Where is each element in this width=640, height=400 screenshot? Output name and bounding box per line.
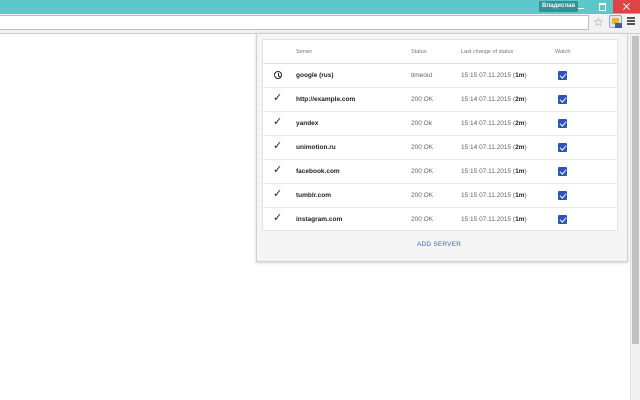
table-row: ✓ instagram.com 200 OK 15:15 07.11.2015 (1m… (263, 208, 617, 232)
extension-badge (615, 23, 622, 28)
table-row: ✓ facebook.com 200 OK 15:15 07.11.2015 (1m) (263, 160, 617, 184)
last-change-time: 15:14 07.11.2015 (2m) (461, 96, 527, 104)
check-icon: ✓ (273, 164, 283, 176)
check-icon: ✓ (273, 140, 283, 152)
status-icon-cell: ✓ (272, 212, 286, 226)
watch-checkbox[interactable] (558, 95, 567, 104)
last-change-close: ) (524, 216, 527, 223)
last-change-close: ) (524, 72, 527, 79)
server-status: timeout (411, 72, 433, 79)
last-change-time: 15:15 07.11.2015 (1m) (461, 168, 527, 176)
last-change-duration: 2m (515, 96, 525, 103)
last-change-duration: 1m (515, 216, 525, 223)
status-icon-cell: ✓ (272, 92, 286, 106)
last-change-duration: 1m (515, 72, 525, 79)
server-status: 200 Ok (411, 120, 432, 127)
server-name: unimotion.ru (296, 144, 336, 151)
server-status: 200 OK (411, 192, 434, 199)
last-change-timestamp: 15:15 07.11.2015 ( (461, 192, 516, 199)
last-change-time: 15:15 07.11.2015 (1m) (461, 192, 527, 200)
last-change-duration: 1m (515, 192, 525, 199)
watch-checkbox[interactable] (558, 71, 567, 80)
column-header-server: Server (296, 49, 313, 55)
server-status: 200 OK (411, 168, 434, 175)
column-header-watch: Watch (555, 49, 571, 55)
last-change-duration: 2m (515, 144, 525, 151)
check-icon: ✓ (273, 116, 283, 128)
table-row: ✓ tumblr.com 200 OK 15:15 07.11.2015 (1m) (263, 184, 617, 208)
star-icon[interactable]: ☆ (593, 15, 604, 29)
server-name: tumblr.com (296, 192, 332, 199)
server-status: 200 OK (411, 96, 434, 103)
table-row: google (rus) timeout 15:15 07.11.2015 (1m) (263, 64, 617, 88)
status-icon-cell: ✓ (272, 188, 286, 202)
check-icon: ✓ (273, 188, 283, 200)
status-icon-cell: ✓ (272, 140, 286, 154)
watch-checkbox[interactable] (558, 215, 567, 224)
server-status: 200 OK (411, 216, 434, 223)
last-change-close: ) (524, 168, 527, 175)
server-name: instagram.com (296, 216, 343, 223)
last-change-close: ) (524, 96, 527, 103)
watch-checkbox[interactable] (558, 119, 567, 128)
table-row: ✓ http://example.com 200 OK 15:14 07.11.201… (263, 88, 617, 112)
clock-icon (274, 71, 282, 79)
watch-checkbox[interactable] (558, 143, 567, 152)
table-header: Server Status Last change of status Watc… (263, 40, 617, 64)
last-change-time: 15:15 07.11.2015 (1m) (461, 216, 527, 224)
address-bar[interactable] (0, 15, 589, 30)
menu-icon[interactable] (627, 17, 635, 26)
watch-checkbox[interactable] (558, 167, 567, 176)
last-change-close: ) (524, 192, 527, 199)
last-change-time: 15:14 07.11.2015 (2m) (461, 120, 527, 128)
server-name: google (rus) (296, 72, 334, 79)
minimize-icon[interactable] (571, 0, 591, 13)
server-table: Server Status Last change of status Watc… (262, 39, 618, 231)
last-change-close: ) (524, 120, 527, 127)
last-change-timestamp: 15:14 07.11.2015 ( (461, 96, 516, 103)
column-header-status: Status (411, 49, 427, 55)
server-name: facebook.com (296, 168, 340, 175)
table-row: ✓ yandex 200 Ok 15:14 07.11.2015 (2m) (263, 112, 617, 136)
server-name: http://example.com (296, 96, 356, 103)
status-icon-cell: ✓ (272, 116, 286, 130)
check-icon: ✓ (273, 92, 283, 104)
last-change-duration: 1m (515, 168, 525, 175)
last-change-duration: 2m (515, 120, 525, 127)
close-icon[interactable] (613, 0, 640, 13)
last-change-timestamp: 15:14 07.11.2015 ( (461, 120, 516, 127)
table-row: ✓ unimotion.ru 200 OK 15:14 07.11.2015 (2m) (263, 136, 617, 160)
add-server-button[interactable]: ADD SERVER (417, 241, 461, 248)
last-change-timestamp: 15:15 07.11.2015 ( (461, 216, 516, 223)
last-change-close: ) (524, 144, 527, 151)
server-status: 200 OK (411, 144, 434, 151)
last-change-timestamp: 15:14 07.11.2015 ( (461, 144, 516, 151)
maximize-icon[interactable] (592, 0, 612, 13)
last-change-time: 15:15 07.11.2015 (1m) (461, 72, 527, 80)
window-titlebar: Владислав (0, 0, 640, 14)
server-name: yandex (296, 120, 319, 127)
column-header-last-change: Last change of status (461, 49, 514, 55)
scrollbar-thumb[interactable] (632, 36, 639, 344)
last-change-timestamp: 15:15 07.11.2015 ( (461, 168, 516, 175)
browser-toolbar: ☆ (0, 14, 640, 34)
watch-checkbox[interactable] (558, 191, 567, 200)
extension-icon[interactable] (609, 15, 622, 28)
last-change-timestamp: 15:15 07.11.2015 ( (461, 72, 516, 79)
status-icon-cell: ✓ (272, 164, 286, 178)
status-icon-cell (272, 70, 286, 82)
server-monitor-popup: Server Status Last change of status Watc… (256, 33, 628, 262)
last-change-time: 15:14 07.11.2015 (2m) (461, 144, 527, 152)
check-icon: ✓ (273, 212, 283, 224)
